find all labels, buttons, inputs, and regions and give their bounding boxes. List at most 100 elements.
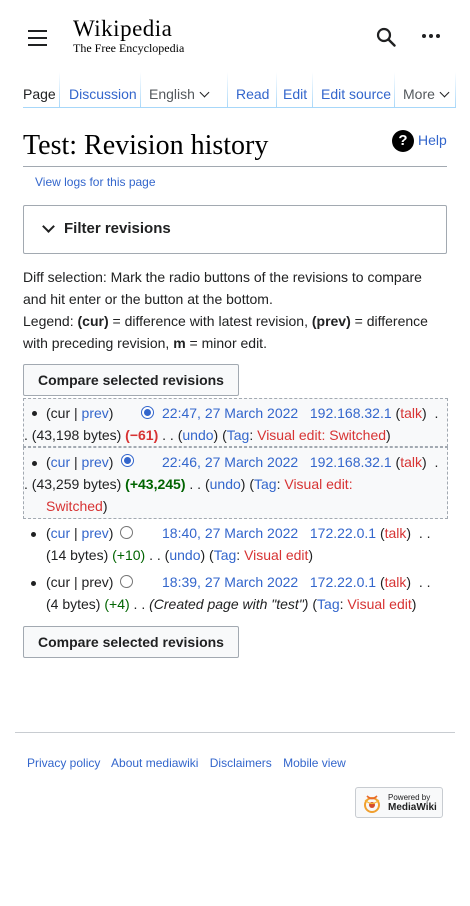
revision-diff-size: (+4) [104, 596, 130, 612]
tab-read[interactable]: Read [236, 86, 269, 102]
cur-label: cur [50, 574, 71, 590]
about-link[interactable]: About mediawiki [111, 756, 198, 770]
legend-cur-text: = difference with latest revision, [108, 313, 312, 329]
prev-link[interactable]: prev [82, 525, 109, 541]
wikipedia-tagline[interactable]: The Free Encyclopedia [73, 41, 184, 56]
tag-value: Visual edit [347, 596, 412, 612]
help-label[interactable]: Help [418, 132, 447, 148]
revision-radio[interactable] [120, 526, 133, 539]
talk-link[interactable]: talk [400, 454, 422, 470]
list-bullet [32, 461, 37, 466]
wikipedia-wordmark[interactable]: Wikipedia [73, 16, 172, 42]
tab-more[interactable]: More [403, 86, 450, 102]
undo-link[interactable]: undo [210, 476, 241, 492]
revision-row: (cur | prev) 22:46, 27 March 2022 192.16… [23, 447, 448, 519]
more-label: More [403, 86, 435, 102]
legend-prev: (prev) [311, 313, 351, 329]
undo-link[interactable]: undo [169, 547, 200, 563]
tag-value: Visual edit [244, 547, 309, 563]
filter-revisions-toggle[interactable]: Filter revisions [23, 205, 447, 254]
privacy-policy-link[interactable]: Privacy policy [27, 756, 100, 770]
tag-value: Visual edit: Switched [257, 427, 387, 443]
cur-link[interactable]: cur [51, 454, 70, 470]
page-title: Test: Revision history [23, 130, 269, 161]
revision-line-1b: 22:46, 27 March 2022 192.168.32.1 (talk)… [162, 454, 439, 470]
prev-link[interactable]: prev [82, 405, 109, 421]
revision-line-2: . (43,198 bytes) (−61) . . (undo) (Tag: … [24, 427, 391, 443]
revision-line-1: (cur | prev) [46, 574, 114, 590]
help-line-1: Diff selection: Mark the radio buttons o… [23, 269, 422, 285]
language-label: English [149, 86, 195, 102]
revision-line-1: (cur | prev) [46, 405, 114, 421]
revision-line-2: (14 bytes) (+10) . . (undo) (Tag: Visual… [46, 547, 314, 563]
chevron-down-icon [199, 87, 210, 98]
edit-summary: (Created page with "test") [149, 596, 309, 612]
revision-size: (4 bytes) [46, 596, 101, 612]
user-link[interactable]: 192.168.32.1 [310, 454, 392, 470]
compare-revisions-button[interactable]: Compare selected revisions [23, 364, 239, 396]
talk-link[interactable]: talk [385, 525, 407, 541]
revision-line-2: (4 bytes) (+4) . . (Created page with "t… [46, 596, 417, 612]
site-header: Wikipedia The Free Encyclopedia [0, 0, 470, 72]
legend-line-2: with preceding revision, m = minor edit. [23, 332, 453, 354]
diff-selection-help: Diff selection: Mark the radio buttons o… [23, 266, 453, 354]
chevron-down-icon [42, 220, 55, 233]
user-link[interactable]: 192.168.32.1 [310, 405, 392, 421]
talk-link[interactable]: talk [385, 574, 407, 590]
legend-cur: (cur) [77, 313, 109, 329]
revision-radio-old[interactable] [141, 406, 154, 419]
tab-separator [312, 72, 313, 108]
revision-date-link[interactable]: 18:39, 27 March 2022 [162, 574, 298, 590]
revision-date-link[interactable]: 22:47, 27 March 2022 [162, 405, 298, 421]
tab-page[interactable]: Page [23, 86, 56, 102]
tab-discussion[interactable]: Discussion [69, 86, 137, 102]
chevron-down-icon [439, 87, 450, 98]
mediawiki-label: MediaWiki [388, 802, 437, 813]
user-link[interactable]: 172.22.0.1 [310, 574, 376, 590]
ellipsis-icon[interactable] [422, 34, 442, 40]
revision-diff-size: (+10) [112, 547, 146, 563]
revision-line-1b: 22:47, 27 March 2022 192.168.32.1 (talk)… [162, 405, 439, 421]
legend-line4-prefix: with preceding revision, [23, 335, 174, 351]
tab-separator [394, 72, 395, 108]
user-link[interactable]: 172.22.0.1 [310, 525, 376, 541]
tab-separator [227, 72, 228, 108]
tag-link[interactable]: Tag [214, 547, 237, 563]
tag-link[interactable]: Tag [254, 476, 277, 492]
tab-separator [140, 72, 141, 108]
revision-row: (cur | prev) 18:39, 27 March 2022 172.22… [23, 571, 448, 619]
undo-link[interactable]: undo [182, 427, 213, 443]
tag-link[interactable]: Tag [317, 596, 340, 612]
title-divider [23, 166, 447, 167]
hamburger-menu-icon[interactable] [28, 30, 48, 46]
legend-prefix: Legend: [23, 313, 78, 329]
talk-link[interactable]: talk [400, 405, 422, 421]
powered-by-label: Powered by [388, 793, 431, 802]
tab-language[interactable]: English [149, 86, 210, 102]
revision-date-link[interactable]: 18:40, 27 March 2022 [162, 525, 298, 541]
tag-link[interactable]: Tag [227, 427, 250, 443]
tab-edit-source[interactable]: Edit source [321, 86, 391, 102]
revision-radio-new[interactable] [121, 454, 134, 467]
tab-separator [59, 72, 60, 108]
tabs-divider [23, 107, 456, 108]
search-icon[interactable] [376, 27, 396, 47]
tab-separator [276, 72, 277, 108]
tab-edit[interactable]: Edit [283, 86, 307, 102]
prev-link[interactable]: prev [82, 454, 109, 470]
tag-value: Visual edit: [284, 476, 353, 492]
view-logs-link[interactable]: View logs for this page [35, 175, 156, 189]
list-bullet [32, 411, 37, 416]
powered-by-mediawiki-badge[interactable]: Powered by MediaWiki [355, 787, 443, 818]
footer-links: Privacy policy About mediawiki Disclaime… [27, 756, 354, 770]
disclaimers-link[interactable]: Disclaimers [210, 756, 272, 770]
revision-radio[interactable] [120, 575, 133, 588]
revision-size: (43,259 bytes) [31, 476, 122, 492]
cur-link[interactable]: cur [51, 525, 70, 541]
revision-line-1b: 18:39, 27 March 2022 172.22.0.1 (talk) .… [162, 574, 431, 590]
legend-m-text: = minor edit. [185, 335, 267, 351]
revision-date-link[interactable]: 22:46, 27 March 2022 [162, 454, 298, 470]
mobile-view-link[interactable]: Mobile view [283, 756, 346, 770]
revision-diff-size: (+43,245) [125, 476, 186, 492]
compare-revisions-button-bottom[interactable]: Compare selected revisions [23, 626, 239, 658]
